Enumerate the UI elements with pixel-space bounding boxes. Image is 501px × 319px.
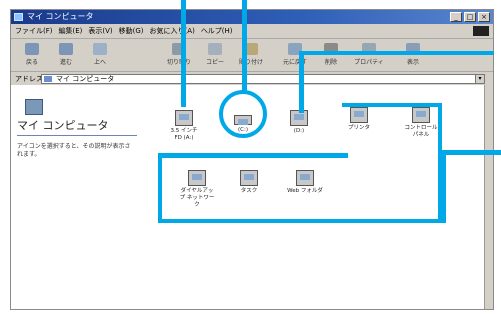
window-title: マイ コンピュータ (27, 12, 94, 21)
my-computer-icon (14, 13, 23, 21)
pane-title: マイ コンピュータ (17, 119, 109, 132)
menu-favorites[interactable]: お気に入り(A) (150, 24, 195, 38)
cut-button[interactable]: 切り取り (161, 41, 197, 69)
copy-icon (208, 43, 222, 55)
forward-button[interactable]: 進む (51, 41, 81, 69)
floppy-drive-icon (175, 110, 193, 126)
callout-line-drive (242, 0, 247, 92)
my-computer-small-icon (44, 76, 52, 82)
menu-file[interactable]: ファイル(F) (15, 24, 53, 38)
callout-line-floppy (181, 0, 186, 107)
back-button[interactable]: 戻る (17, 41, 47, 69)
pane-description: アイコンを選択すると、その説明が表示されます。 (17, 143, 131, 158)
address-label: アドレス (15, 75, 43, 83)
up-folder-icon (93, 43, 107, 55)
up-button[interactable]: 上へ (85, 41, 115, 69)
windows-logo-icon (473, 26, 489, 36)
vertical-scrollbar[interactable] (484, 85, 493, 309)
menu-edit[interactable]: 編集(E) (59, 24, 83, 38)
menu-bar: ファイル(F) 編集(E) 表示(V) 移動(G) お気に入り(A) ヘルプ(H… (11, 24, 493, 39)
address-value: マイ コンピュータ (56, 75, 115, 83)
my-computer-large-icon (25, 99, 43, 115)
callout-frame-mid (158, 153, 348, 158)
callout-frame-bottom (158, 153, 446, 223)
maximize-button[interactable]: □ (464, 12, 476, 22)
web-view-pane: マイ コンピュータ アイコンを選択すると、その説明が表示されます。 (11, 85, 151, 309)
menu-help[interactable]: ヘルプ(H) (201, 24, 233, 38)
close-button[interactable]: × (478, 12, 490, 22)
paste-button[interactable]: 貼り付け (233, 41, 269, 69)
copy-button[interactable]: コピー (197, 41, 233, 69)
menu-view[interactable]: 表示(V) (88, 24, 112, 38)
item-label: 3.5 インチ FD (A:) (170, 128, 198, 141)
forward-arrow-icon (59, 43, 73, 55)
title-bar[interactable]: マイ コンピュータ _ □ × (11, 10, 493, 24)
minimize-button[interactable]: _ (450, 12, 462, 22)
window-controls: _ □ × (450, 12, 490, 22)
back-arrow-icon (25, 43, 39, 55)
floppy-drive-item[interactable]: 3.5 インチ FD (A:) (166, 110, 202, 142)
callout-frame-top (299, 51, 494, 107)
callout-circle-drive (219, 90, 267, 138)
cdrom-drive-item[interactable]: (D:) (281, 110, 317, 135)
pane-divider (17, 135, 137, 136)
item-label: (D:) (293, 128, 305, 134)
callout-line-right (441, 150, 501, 155)
menu-go[interactable]: 移動(G) (119, 24, 144, 38)
callout-frame-left (299, 51, 304, 113)
